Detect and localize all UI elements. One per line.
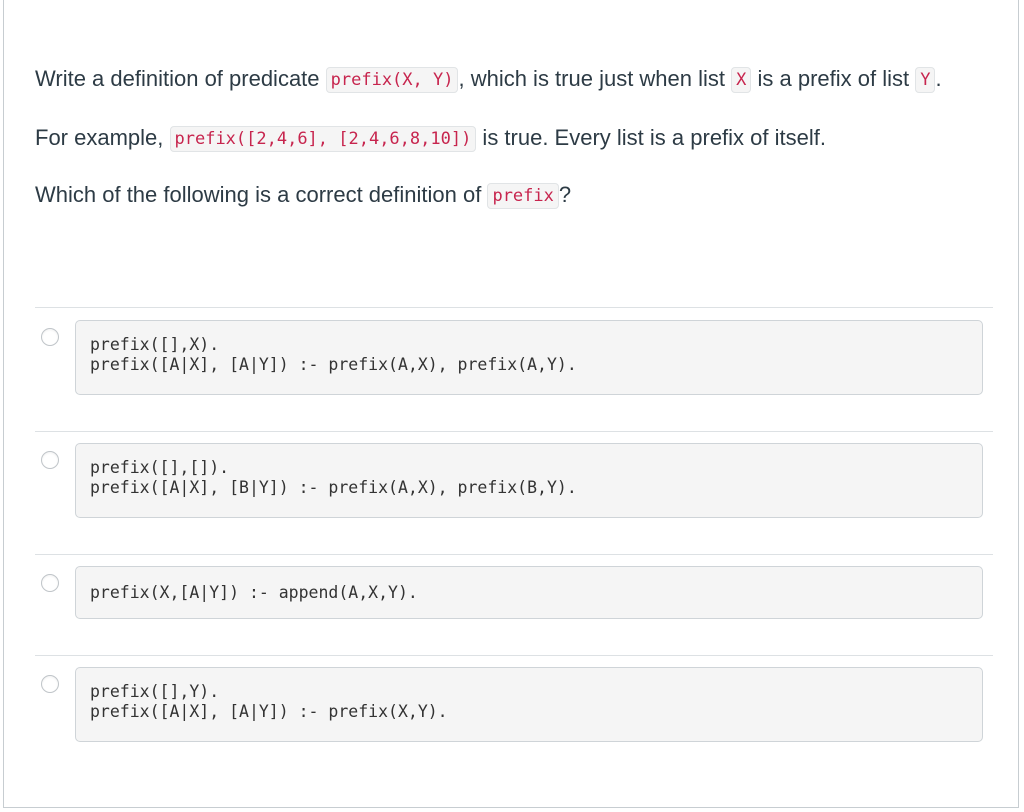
answer-divider bbox=[35, 655, 993, 656]
inline-code-y: Y bbox=[915, 67, 936, 93]
inline-code-example: prefix([2,4,6], [2,4,6,8,10]) bbox=[169, 126, 477, 152]
question-text-segment: Write a definition of predicate bbox=[35, 66, 326, 91]
inline-code-prefix-xy: prefix(X, Y) bbox=[325, 67, 459, 93]
answer-1-code-block[interactable]: prefix([],X). prefix([A|X], [A|Y]) :- pr… bbox=[75, 320, 983, 395]
question-text-segment: For example, bbox=[35, 125, 170, 150]
answer-3-code-block[interactable]: prefix(X,[A|Y]) :- append(A,X,Y). bbox=[75, 566, 983, 619]
answer-1-code-line-2: prefix([A|X], [A|Y]) :- prefix(A,X), pre… bbox=[90, 355, 577, 374]
answer-4-code-line-2: prefix([A|X], [A|Y]) :- prefix(X,Y). bbox=[90, 702, 448, 721]
answer-3-radio[interactable] bbox=[41, 574, 59, 592]
question-text-segment: Which of the following is a correct defi… bbox=[35, 182, 488, 207]
answer-2-radio[interactable] bbox=[41, 451, 59, 469]
inline-code-x: X bbox=[731, 67, 752, 93]
answer-2-code-line-1: prefix([],[]). bbox=[90, 458, 230, 477]
question-text-segment: is true. Every list is a prefix of itsel… bbox=[476, 125, 826, 150]
question-line-1: Write a definition of predicate prefix(X… bbox=[35, 60, 995, 99]
question-line-3: Which of the following is a correct defi… bbox=[35, 176, 995, 215]
answer-2-code-line-2: prefix([A|X], [B|Y]) :- prefix(A,X), pre… bbox=[90, 478, 577, 497]
answer-divider bbox=[35, 431, 993, 432]
answer-4-code-block[interactable]: prefix([],Y). prefix([A|X], [A|Y]) :- pr… bbox=[75, 667, 983, 742]
answer-3-code-line-1: prefix(X,[A|Y]) :- append(A,X,Y). bbox=[90, 583, 418, 602]
question-text: Write a definition of predicate prefix(X… bbox=[35, 60, 995, 215]
answer-1-radio[interactable] bbox=[41, 328, 59, 346]
question-line-2: For example, prefix([2,4,6], [2,4,6,8,10… bbox=[35, 119, 995, 158]
answer-4-radio[interactable] bbox=[41, 675, 59, 693]
answer-1-code-line-1: prefix([],X). bbox=[90, 335, 220, 354]
inline-code-prefix: prefix bbox=[487, 183, 559, 209]
question-text-segment: is a prefix of list bbox=[751, 66, 916, 91]
answer-4-code-line-1: prefix([],Y). bbox=[90, 682, 220, 701]
question-text-segment: ? bbox=[558, 182, 572, 207]
answer-2-code-block[interactable]: prefix([],[]). prefix([A|X], [B|Y]) :- p… bbox=[75, 443, 983, 518]
answer-divider bbox=[35, 554, 993, 555]
answer-divider bbox=[35, 307, 993, 308]
question-text-segment: , which is true just when list bbox=[458, 66, 732, 91]
question-text-segment: . bbox=[935, 66, 942, 91]
